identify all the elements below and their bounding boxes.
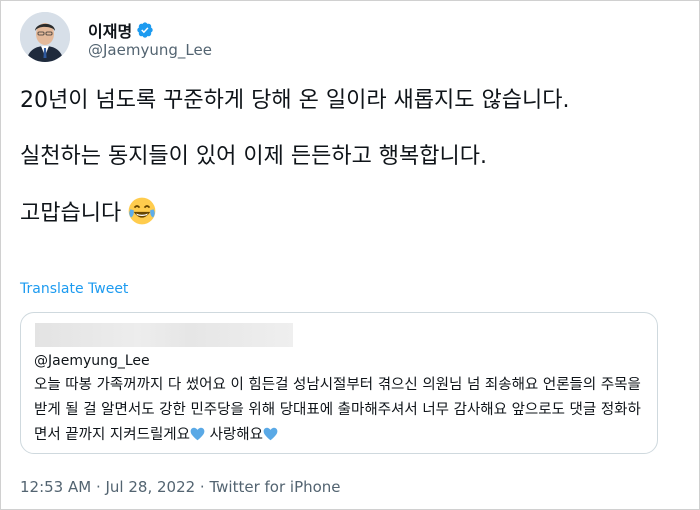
author-name-row[interactable]: 이재명 [88,18,154,42]
blue-heart-icon [190,427,205,441]
author-handle[interactable]: @Jaemyung_Lee [88,41,212,59]
tweet-paragraph: 20년이 넘도록 꾸준하게 당해 온 일이라 새롭지도 않습니다. [20,88,570,113]
quoted-text-part: 사랑해요 [204,427,263,443]
verified-badge-icon [137,22,153,38]
tweet-timestamp[interactable]: 12:53 AM · Jul 28, 2022 · Twitter for iP… [20,478,341,496]
quoted-reply-to-handle[interactable]: @Jaemyung_Lee [34,353,150,369]
blurred-quoted-author [35,323,293,347]
tweet-text: 20년이 넘도록 꾸준하게 당해 온 일이라 새롭지도 않습니다. 실천하는 동… [20,84,660,231]
tweet-paragraph-last: 고맙습니다 [20,196,660,231]
author-display-name[interactable]: 이재명 [88,18,132,42]
face-with-tears-of-joy-icon [128,197,156,225]
translate-tweet-link[interactable]: Translate Tweet [20,281,128,297]
quoted-tweet-text: 오늘 따봉 가족꺼까지 다 썼어요 이 힘든걸 성남시절부터 겪으신 의원님 넘… [34,373,644,448]
quoted-text-part: 오늘 따봉 가족꺼까지 다 썼어요 이 힘든걸 성남시절부터 겪으신 의원님 넘… [34,377,641,443]
tweet-paragraph-text: 고맙습니다 [20,201,122,226]
avatar[interactable] [20,12,70,62]
blue-heart-icon [263,427,278,441]
quoted-tweet-card[interactable]: @Jaemyung_Lee 오늘 따봉 가족꺼까지 다 썼어요 이 힘든걸 성남… [20,312,658,454]
tweet-paragraph: 실천하는 동지들이 있어 이제 든든하고 행복합니다. [20,144,488,169]
